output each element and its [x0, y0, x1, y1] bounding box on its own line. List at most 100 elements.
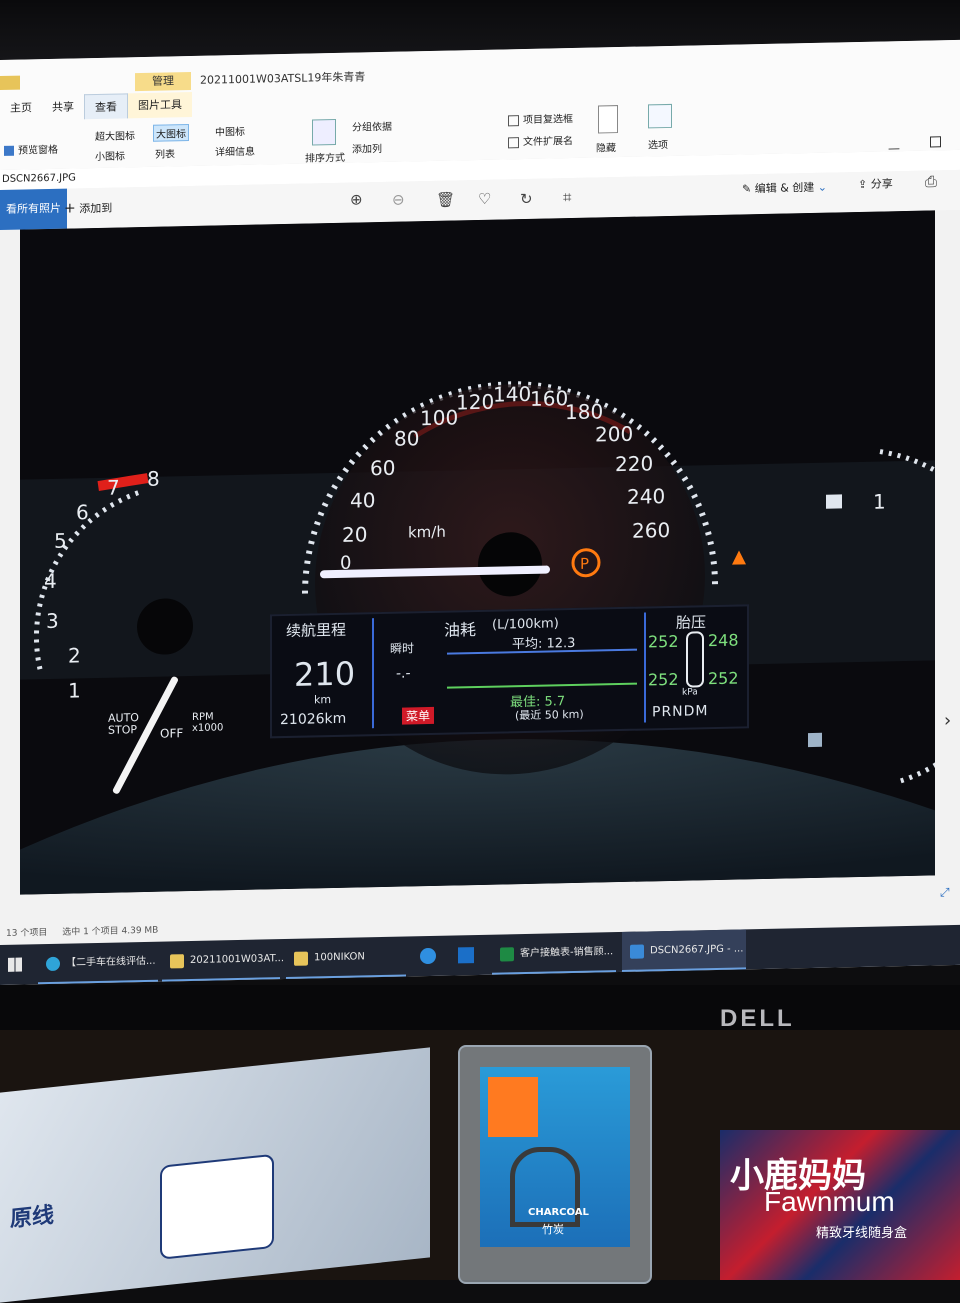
fuel-unit: (L/100km)	[492, 616, 559, 633]
maximize-icon[interactable]	[930, 136, 941, 148]
group-by-button[interactable]: 分组依据	[352, 118, 392, 134]
chevron-down-icon: ⌄	[817, 180, 828, 194]
zoom-in-icon[interactable]: ⊕	[350, 190, 363, 208]
tab-picture-tools[interactable]: 图片工具	[128, 91, 192, 119]
best-bar	[447, 682, 637, 689]
instant-value: -.-	[396, 665, 411, 682]
speed-label: 40	[350, 488, 376, 513]
tab-home[interactable]: 主页	[0, 95, 42, 121]
add-to-button[interactable]: + 添加到	[64, 200, 112, 217]
speed-label: 140	[493, 381, 532, 407]
rpm-label: 5	[54, 528, 67, 553]
outlook-icon[interactable]	[458, 947, 474, 964]
coolant-temp-icon	[808, 732, 822, 748]
ribbon-context-tab[interactable]: 管理	[135, 71, 191, 92]
fuel-door-icon	[826, 494, 842, 509]
folder-icon	[0, 75, 20, 90]
gear-indicator-right: 1	[873, 489, 886, 514]
dell-logo: DELL	[720, 1005, 795, 1032]
next-photo-icon[interactable]: ›	[944, 710, 951, 731]
svg-text:P: P	[580, 555, 589, 573]
status-item-count: 13 个项目	[6, 928, 48, 939]
speed-label: 200	[595, 421, 634, 447]
rotate-icon[interactable]: ↻	[520, 190, 533, 208]
fawnmum-en-brand: Fawnmum	[764, 1186, 895, 1217]
view-details[interactable]: 详细信息	[215, 143, 255, 159]
taskbar-item-nikon[interactable]: 100NIKON	[286, 936, 406, 980]
sort-icon	[312, 118, 336, 146]
checkbox-icon	[508, 114, 519, 126]
speed-label: 160	[530, 386, 569, 411]
share-button[interactable]: ⇪ 分享	[858, 175, 893, 192]
speed-label: 20	[342, 522, 368, 547]
plus-icon: +	[64, 200, 76, 217]
rpm-label: 7	[107, 475, 120, 500]
zoom-out-icon[interactable]: ⊖	[392, 191, 405, 209]
auto-stop-off-label: OFF	[160, 726, 184, 741]
monitor-screen: 管理 20211001W03ATSL19年朱青青 主页 共享 查看 图片工具 预…	[0, 39, 960, 985]
view-extra-large[interactable]: 超大图标	[95, 127, 135, 143]
all-photos-button[interactable]: 看所有照片	[0, 188, 67, 230]
explorer-ribbon: 管理 20211001W03ATSL19年朱青青 主页 共享 查看 图片工具 预…	[0, 39, 960, 171]
taskbar-item-edge[interactable]: 【二手车在线评估...	[38, 941, 158, 985]
tire-title: 胎压	[676, 613, 707, 632]
view-large[interactable]: 大图标	[153, 124, 189, 142]
floss-box-card: CHARCOAL 竹炭	[480, 1067, 630, 1247]
view-medium[interactable]: 中图标	[215, 123, 245, 139]
tire-unit: kPa	[682, 687, 698, 698]
tire-rear-left: 252	[648, 669, 679, 690]
tire-front-left: 252	[648, 631, 679, 652]
edit-create-button[interactable]: ✎ 编辑 & 创建 ⌄	[742, 179, 827, 197]
view-small[interactable]: 小图标	[95, 147, 125, 163]
print-icon[interactable]: ⎙	[925, 172, 937, 190]
rpm-label: 8	[147, 466, 160, 491]
windows-start-icon[interactable]	[8, 957, 22, 972]
floss-bag: 原线	[0, 1047, 430, 1303]
rpm-label: 2	[68, 643, 81, 668]
floss-box-tag	[488, 1077, 538, 1137]
tab-view[interactable]: 查看	[84, 93, 128, 120]
expand-icon[interactable]: ⤢	[940, 885, 950, 900]
file-extension-toggle[interactable]: 文件扩展名	[508, 132, 573, 148]
excel-icon	[500, 947, 514, 962]
range-value: 210	[294, 654, 356, 694]
fawnmum-slogan: 精致牙线随身盒	[816, 1226, 908, 1241]
dashboard-illustration: P	[20, 210, 935, 895]
photos-icon	[630, 944, 644, 959]
taskbar-item-excel[interactable]: 客户接触表-销售顾...	[492, 932, 616, 975]
speed-label: 120	[456, 389, 495, 415]
instant-label: 瞬时	[390, 641, 415, 656]
tire-rear-right: 252	[708, 668, 739, 689]
rpm-label: 6	[76, 500, 89, 525]
taskbar-item-folder[interactable]: 20211001W03AT...	[162, 939, 284, 982]
view-list[interactable]: 列表	[155, 145, 175, 160]
fuel-title: 油耗	[444, 620, 477, 640]
delete-icon[interactable]: 🗑	[436, 190, 455, 208]
taskbar-item-photos[interactable]: DSCN2667.JPG - ...	[622, 929, 746, 972]
ie-icon[interactable]	[420, 947, 436, 965]
menu-button: 菜单	[402, 706, 435, 725]
edge-icon	[46, 956, 60, 972]
gear-selector: PRNDM	[652, 703, 709, 721]
charcoal-label: CHARCOAL	[528, 1207, 589, 1218]
rpm-unit: RPM x1000	[192, 711, 224, 734]
speed-label: 240	[627, 484, 666, 509]
auto-stop-label: AUTO STOP	[108, 711, 139, 737]
speed-label: 80	[394, 426, 420, 451]
driver-info-display: 续航里程 210 km 21026km 油耗 (L/100km) 瞬时 -.- …	[270, 604, 749, 739]
crop-icon[interactable]: ⌗	[563, 188, 571, 206]
favorite-icon[interactable]: ♡	[478, 190, 491, 208]
hide-button[interactable]: 隐藏	[596, 139, 616, 154]
hide-icon	[598, 105, 618, 134]
preview-pane-button[interactable]: 预览窗格	[4, 141, 58, 157]
floss-illustration	[160, 1153, 274, 1260]
item-checkbox-toggle[interactable]: 项目复选框	[508, 110, 573, 126]
speed-label: 260	[632, 517, 671, 543]
add-column-button[interactable]: 添加列	[352, 140, 382, 156]
options-button[interactable]: 选项	[648, 136, 668, 151]
tab-share[interactable]: 共享	[42, 94, 84, 120]
preview-pane-icon	[4, 145, 14, 156]
odometer: 21026km	[280, 710, 347, 729]
edit-icon: ✎	[742, 182, 752, 196]
speed-unit: km/h	[408, 522, 446, 542]
